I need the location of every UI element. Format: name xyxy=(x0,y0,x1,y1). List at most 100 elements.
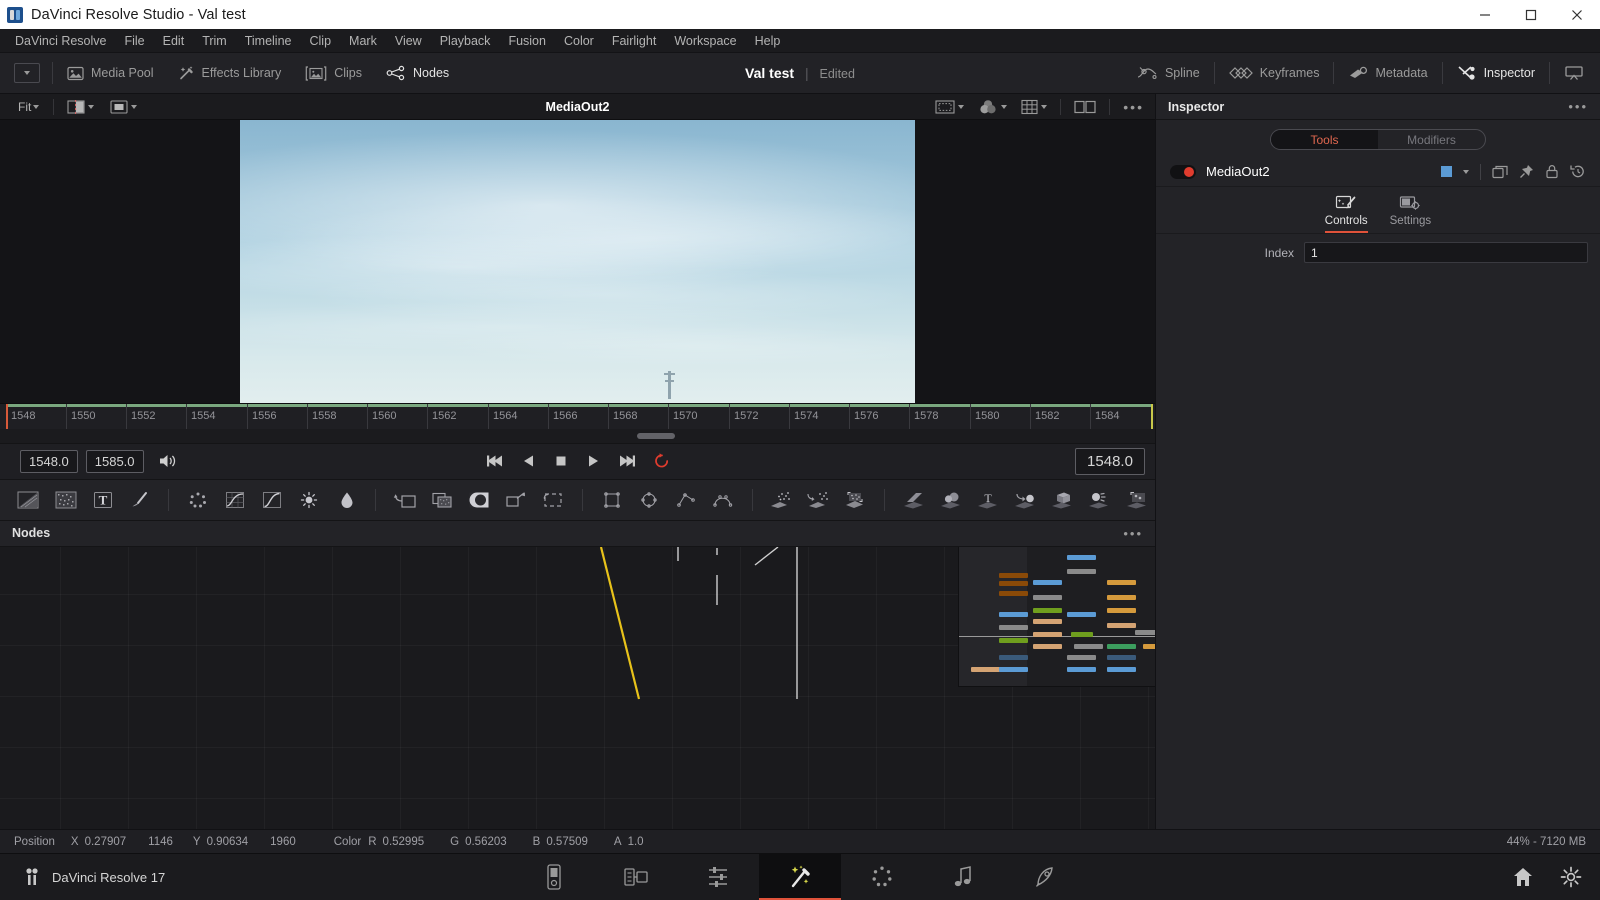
maximize-icon[interactable] xyxy=(1508,0,1554,29)
viewer-options-button[interactable]: ••• xyxy=(1120,98,1147,116)
3d-text-icon[interactable]: T xyxy=(969,479,1006,521)
minimize-icon[interactable] xyxy=(1462,0,1508,29)
3d-plane-icon[interactable] xyxy=(895,479,932,521)
region-button[interactable] xyxy=(932,98,967,116)
project-manager-icon[interactable] xyxy=(1512,866,1534,888)
tab-tools[interactable]: Tools xyxy=(1271,130,1378,149)
menu-clip[interactable]: Clip xyxy=(301,31,341,51)
color-curves-icon[interactable] xyxy=(217,479,254,521)
menu-davinci-resolve[interactable]: DaVinci Resolve xyxy=(6,31,115,51)
chevron-down-icon[interactable] xyxy=(1041,104,1048,109)
spline-button[interactable]: Spline xyxy=(1124,53,1212,94)
current-frame-field[interactable]: 1548.0 xyxy=(1075,447,1145,475)
particle-bitmap-icon[interactable] xyxy=(837,479,874,521)
play-icon[interactable] xyxy=(585,453,601,469)
menu-view[interactable]: View xyxy=(386,31,431,51)
curve-icon[interactable] xyxy=(254,479,291,521)
page-fusion[interactable] xyxy=(759,853,841,900)
bspline-mask-icon[interactable] xyxy=(704,479,741,521)
particles-icon[interactable] xyxy=(179,479,216,521)
scrub-strip[interactable] xyxy=(0,428,1155,443)
chevron-down-icon[interactable] xyxy=(131,104,138,109)
grid-button[interactable] xyxy=(1018,97,1050,117)
chevron-down-icon[interactable] xyxy=(88,104,95,109)
loop-icon[interactable] xyxy=(653,452,671,470)
tool-enable-toggle[interactable] xyxy=(1170,164,1196,179)
timeline-ruler[interactable]: 1548 1550 1552 1554 1556 1558 1560 1562 … xyxy=(0,402,1155,429)
text-icon[interactable]: T xyxy=(84,479,121,521)
ellipse-mask-icon[interactable] xyxy=(630,479,667,521)
copy-icon[interactable] xyxy=(1492,165,1508,179)
menu-fusion[interactable]: Fusion xyxy=(499,31,555,51)
stop-icon[interactable] xyxy=(553,453,569,469)
paint-icon[interactable] xyxy=(121,479,158,521)
collapse-panel-button[interactable] xyxy=(1552,53,1596,94)
merge-icon[interactable] xyxy=(423,479,460,521)
playhead[interactable] xyxy=(6,403,8,429)
skip-to-end-icon[interactable] xyxy=(617,453,637,469)
page-fairlight[interactable] xyxy=(923,854,1005,900)
page-deliver[interactable] xyxy=(1005,854,1087,900)
in-point-field[interactable]: 1548.0 xyxy=(20,449,78,473)
page-edit[interactable] xyxy=(677,854,759,900)
options-icon[interactable]: ••• xyxy=(1568,99,1588,114)
inspector-button[interactable]: Inspector xyxy=(1445,53,1547,94)
out-point-field[interactable]: 1585.0 xyxy=(85,449,144,473)
chevron-down-icon[interactable] xyxy=(1001,104,1008,109)
scrub-handle[interactable] xyxy=(637,432,675,439)
particle-render-icon[interactable] xyxy=(800,479,837,521)
chevron-down-icon[interactable] xyxy=(958,104,965,109)
menu-trim[interactable]: Trim xyxy=(193,31,236,51)
loop-transform-icon[interactable] xyxy=(535,479,572,521)
lock-icon[interactable] xyxy=(1545,164,1559,179)
step-back-icon[interactable] xyxy=(521,453,537,469)
node-graph-navigator[interactable] xyxy=(958,546,1155,687)
menu-color[interactable]: Color xyxy=(555,31,603,51)
tab-settings[interactable]: Settings xyxy=(1390,194,1431,233)
close-icon[interactable] xyxy=(1554,0,1600,29)
transform-icon[interactable] xyxy=(386,479,423,521)
3d-light-icon[interactable] xyxy=(1081,479,1118,521)
chevron-down-icon[interactable] xyxy=(1463,169,1469,174)
3d-particle-icon[interactable] xyxy=(1006,479,1043,521)
viewer-image[interactable] xyxy=(240,120,915,403)
page-color[interactable] xyxy=(841,854,923,900)
range-end-marker[interactable] xyxy=(1151,403,1153,429)
split-view-button[interactable] xyxy=(64,98,97,116)
keyframes-button[interactable]: Keyframes xyxy=(1217,53,1332,94)
dual-viewer-button[interactable] xyxy=(1071,98,1099,116)
speaker-icon[interactable] xyxy=(158,453,178,469)
pin-icon[interactable] xyxy=(1519,164,1534,179)
gradient-icon[interactable] xyxy=(10,479,47,521)
menu-fairlight[interactable]: Fairlight xyxy=(603,31,665,51)
page-cut[interactable] xyxy=(595,854,677,900)
index-input[interactable]: 1 xyxy=(1304,242,1588,263)
brightness-contrast-icon[interactable] xyxy=(291,479,328,521)
matte-icon[interactable] xyxy=(460,479,497,521)
node-color-swatch[interactable] xyxy=(1441,166,1452,177)
viewer-mode-button[interactable] xyxy=(107,98,140,116)
options-icon[interactable]: ••• xyxy=(1123,526,1143,541)
menu-mark[interactable]: Mark xyxy=(340,31,386,51)
metadata-button[interactable]: Metadata xyxy=(1336,53,1439,94)
menu-playback[interactable]: Playback xyxy=(431,31,500,51)
menu-file[interactable]: File xyxy=(115,31,153,51)
reset-icon[interactable] xyxy=(1570,164,1586,179)
tab-modifiers[interactable]: Modifiers xyxy=(1378,130,1485,149)
skip-to-start-icon[interactable] xyxy=(485,453,505,469)
3d-render-icon[interactable] xyxy=(1118,479,1155,521)
viewer-canvas[interactable] xyxy=(0,120,1155,403)
3d-cube-icon[interactable] xyxy=(1044,479,1081,521)
viewer-zoom-dropdown[interactable]: Fit xyxy=(14,98,43,116)
rectangle-mask-icon[interactable] xyxy=(593,479,630,521)
page-media[interactable] xyxy=(513,854,595,900)
project-settings-icon[interactable] xyxy=(1560,866,1582,888)
media-pool-button[interactable]: Media Pool xyxy=(55,53,166,94)
particle-emitter-icon[interactable] xyxy=(763,479,800,521)
polygon-mask-icon[interactable] xyxy=(667,479,704,521)
nodes-button[interactable]: Nodes xyxy=(374,53,461,94)
resize-icon[interactable] xyxy=(498,479,535,521)
clips-button[interactable]: Clips xyxy=(293,53,374,94)
blur-icon[interactable] xyxy=(328,479,365,521)
3d-shape-icon[interactable] xyxy=(932,479,969,521)
